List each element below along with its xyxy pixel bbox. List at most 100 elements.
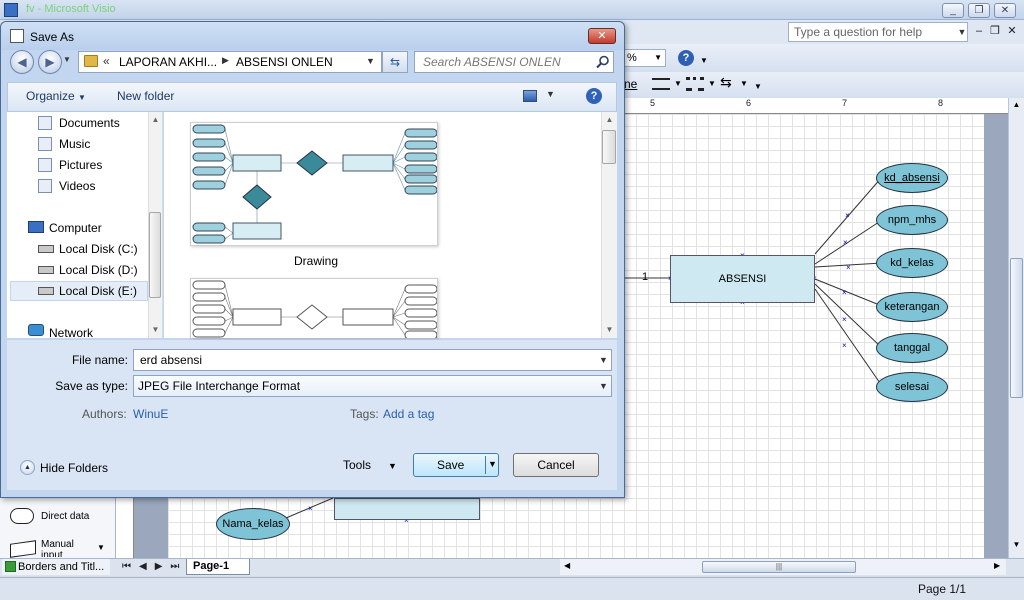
- svg-text:×: ×: [308, 504, 313, 513]
- attribute-tanggal[interactable]: tanggal: [876, 333, 948, 363]
- file-pane-scroll-thumb[interactable]: [602, 130, 616, 164]
- scroll-down-icon[interactable]: ▼: [602, 325, 617, 334]
- shapes-scroll-icon[interactable]: ▼: [97, 543, 105, 552]
- scroll-up-icon[interactable]: ▲: [602, 115, 617, 124]
- authors-value[interactable]: WinuE: [133, 407, 168, 421]
- save-button[interactable]: Save: [413, 453, 499, 477]
- nav-item-network[interactable]: Network: [49, 326, 93, 340]
- shape-label[interactable]: Manual input: [41, 539, 81, 557]
- attribute-selesai[interactable]: selesai: [876, 372, 948, 402]
- address-overflow[interactable]: «: [103, 54, 110, 68]
- save-as-type-dropdown-icon[interactable]: ▼: [599, 381, 608, 391]
- scroll-right-icon[interactable]: ▶: [994, 561, 1000, 570]
- folder-icon: [84, 55, 98, 67]
- scroll-left-icon[interactable]: ◀: [564, 561, 570, 570]
- doc-restore-button[interactable]: ❐: [988, 24, 1002, 38]
- toolbar-options-icon[interactable]: ▼: [700, 56, 708, 65]
- nav-item-computer[interactable]: Computer: [49, 221, 102, 235]
- nav-item-pictures[interactable]: Pictures: [59, 158, 102, 172]
- hide-folders-button[interactable]: Hide Folders: [40, 461, 108, 475]
- views-icon[interactable]: [523, 90, 537, 102]
- search-input[interactable]: Search ABSENSI ONLEN: [414, 51, 614, 73]
- breadcrumb-segment[interactable]: LAPORAN AKHI...: [119, 55, 217, 69]
- new-folder-button[interactable]: New folder: [117, 89, 174, 103]
- entity-absensi[interactable]: ABSENSI: [670, 255, 815, 303]
- line-weight-icon[interactable]: [652, 78, 670, 90]
- recent-locations-icon[interactable]: ▼: [63, 55, 73, 69]
- toolbar-options2-icon[interactable]: ▼: [754, 82, 762, 91]
- file-thumbnail-drawing[interactable]: [190, 122, 438, 246]
- line-pattern-icon[interactable]: [686, 77, 704, 91]
- dialog-title: Save As: [30, 30, 75, 44]
- page-navigation[interactable]: ⏮◀▶⏭: [118, 559, 188, 575]
- zoom-combo[interactable]: % ▼: [624, 49, 666, 67]
- save-as-type-label: Save as type:: [55, 379, 128, 393]
- scroll-down-icon[interactable]: ▼: [1010, 540, 1023, 554]
- cancel-button[interactable]: Cancel: [513, 453, 599, 477]
- nav-item-disk-d[interactable]: Local Disk (D:): [59, 263, 138, 277]
- shape-label[interactable]: Direct data: [41, 511, 89, 522]
- organize-button[interactable]: Organize ▼: [26, 89, 86, 103]
- nav-item-disk-e[interactable]: Local Disk (E:): [59, 284, 137, 298]
- minimize-button[interactable]: _: [942, 3, 964, 18]
- help-dropdown-icon[interactable]: ▼: [956, 22, 968, 42]
- scroll-down-icon[interactable]: ▼: [149, 325, 162, 334]
- save-as-type-select[interactable]: JPEG File Interchange Format: [133, 375, 612, 397]
- address-dropdown-icon[interactable]: ▼: [366, 56, 375, 66]
- breadcrumb-chevron-icon[interactable]: ▶: [222, 55, 229, 66]
- views-dropdown-icon[interactable]: ▼: [546, 89, 555, 99]
- svg-text:×: ×: [842, 288, 847, 297]
- attribute-nama-kelas[interactable]: Nama_kelas: [216, 508, 290, 540]
- file-label-drawing[interactable]: Drawing: [280, 254, 352, 268]
- attribute-kd-kelas[interactable]: kd_kelas: [876, 248, 948, 278]
- dialog-close-button[interactable]: ✕: [588, 28, 616, 44]
- nav-item-disk-c[interactable]: Local Disk (C:): [59, 242, 138, 256]
- direct-data-shape-icon[interactable]: [10, 508, 34, 524]
- save-dropdown-icon[interactable]: ▼: [488, 459, 497, 469]
- svg-text:×: ×: [843, 238, 848, 247]
- line-ends-icon[interactable]: ⇆: [720, 74, 732, 91]
- visio-app-icon: [4, 3, 18, 17]
- nav-item-documents[interactable]: Documents: [59, 116, 120, 130]
- entity-kelas-fragment[interactable]: [334, 498, 480, 520]
- horizontal-scroll-thumb[interactable]: |||: [702, 561, 856, 573]
- borders-titles-stencil-tab[interactable]: Borders and Titl...: [2, 559, 110, 575]
- chevron-up-icon[interactable]: ▲: [20, 460, 35, 475]
- save-split-divider: [485, 456, 486, 474]
- refresh-icon[interactable]: ⇆: [382, 51, 408, 73]
- restore-button[interactable]: ❐: [968, 3, 990, 18]
- add-tag-link[interactable]: Add a tag: [383, 407, 434, 421]
- file-name-dropdown-icon[interactable]: ▼: [599, 355, 608, 365]
- search-icon[interactable]: [596, 55, 610, 69]
- doc-minimize-button[interactable]: –: [972, 24, 986, 38]
- breadcrumb-segment[interactable]: ABSENSI ONLEN: [236, 55, 333, 69]
- nav-item-music[interactable]: Music: [59, 137, 90, 151]
- nav-item-videos[interactable]: Videos: [59, 179, 95, 193]
- help-icon[interactable]: ?: [586, 88, 602, 104]
- vertical-scroll-thumb[interactable]: [1010, 258, 1023, 398]
- page-tab[interactable]: Page-1: [186, 559, 250, 575]
- file-thumbnail-2[interactable]: [190, 278, 438, 338]
- tools-dropdown-icon[interactable]: ▼: [388, 461, 397, 471]
- authors-label: Authors:: [82, 407, 127, 421]
- scroll-up-icon[interactable]: ▲: [149, 115, 162, 124]
- close-window-button[interactable]: ✕: [994, 3, 1016, 18]
- zoom-dropdown-icon[interactable]: ▼: [654, 50, 662, 66]
- vertical-scrollbar[interactable]: ▲ ▼: [1008, 98, 1024, 558]
- attribute-keterangan[interactable]: keterangan: [876, 292, 948, 322]
- tools-button[interactable]: Tools: [343, 458, 371, 472]
- line-pattern-dropdown-icon[interactable]: ▼: [708, 79, 716, 88]
- documents-icon: [38, 116, 52, 130]
- attribute-npm-mhs[interactable]: npm_mhs: [876, 205, 948, 235]
- doc-close-button[interactable]: ✕: [1005, 24, 1019, 38]
- back-button[interactable]: ◀: [10, 50, 34, 74]
- help-icon[interactable]: ?: [678, 50, 694, 66]
- file-name-input[interactable]: erd absensi: [133, 349, 612, 371]
- attribute-kd-absensi[interactable]: kd_absensi: [876, 163, 948, 193]
- help-question-input[interactable]: Type a question for help: [788, 22, 968, 42]
- forward-button[interactable]: ▶: [38, 50, 62, 74]
- line-ends-dropdown-icon[interactable]: ▼: [740, 79, 748, 88]
- nav-pane-scroll-thumb[interactable]: [149, 212, 161, 298]
- line-weight-dropdown-icon[interactable]: ▼: [674, 79, 682, 88]
- scroll-up-icon[interactable]: ▲: [1010, 100, 1023, 114]
